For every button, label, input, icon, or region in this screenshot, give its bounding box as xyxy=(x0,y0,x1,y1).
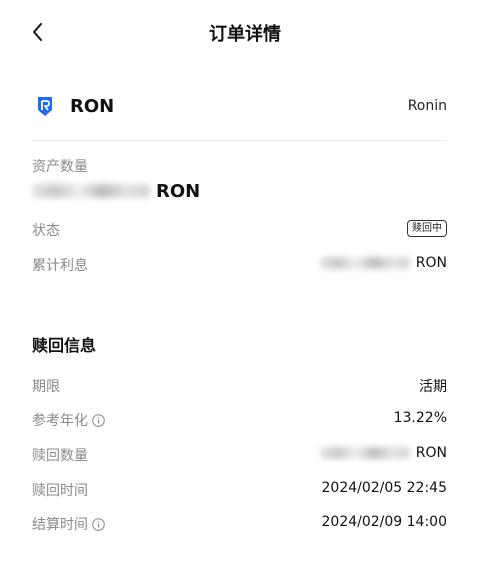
status-value: 赎回中 xyxy=(407,220,447,237)
status-label: 状态 xyxy=(32,223,60,239)
term-value: 活期 xyxy=(419,379,447,395)
page-title: 订单详情 xyxy=(209,24,281,45)
redeem-time-label: 赎回时间 xyxy=(32,483,88,499)
settle-time-label-text: 结算时间 xyxy=(32,517,88,533)
asset-network: Ronin xyxy=(407,98,447,114)
interest-label: 累计利息 xyxy=(32,258,88,274)
redeem-section-title: 赎回信息 xyxy=(32,336,97,355)
divider xyxy=(32,140,447,141)
settle-time-label[interactable]: 结算时间 xyxy=(32,514,105,534)
redeem-qty-unit: RON xyxy=(415,445,447,461)
redeem-time-value: 2024/02/05 22:45 xyxy=(321,480,448,496)
asset-header: RON Ronin xyxy=(32,90,447,122)
asset-identity: RON xyxy=(32,95,114,117)
settle-time-value: 2024/02/09 14:00 xyxy=(321,514,448,530)
top-bar: 订单详情 xyxy=(0,0,490,64)
asset-amount: RON xyxy=(32,178,200,204)
term-label: 期限 xyxy=(32,379,60,395)
interest-value: RON xyxy=(319,255,447,271)
redeem-qty-label: 赎回数量 xyxy=(32,448,88,464)
apr-value: 13.22% xyxy=(393,410,447,426)
asset-symbol: RON xyxy=(70,95,115,117)
apr-label[interactable]: 参考年化 xyxy=(32,410,105,430)
interest-unit: RON xyxy=(415,255,447,271)
ronin-logo-icon xyxy=(38,97,52,116)
amount-redacted xyxy=(32,184,150,198)
redeem-qty-value: RON xyxy=(319,445,447,461)
interest-redacted xyxy=(319,257,410,269)
amount-unit: RON xyxy=(156,180,201,202)
apr-label-text: 参考年化 xyxy=(32,413,88,429)
status-badge: 赎回中 xyxy=(407,220,447,237)
amount-label: 资产数量 xyxy=(32,159,88,175)
info-icon[interactable] xyxy=(92,413,105,427)
info-icon[interactable] xyxy=(92,517,105,531)
redeem-qty-redacted xyxy=(319,447,410,459)
